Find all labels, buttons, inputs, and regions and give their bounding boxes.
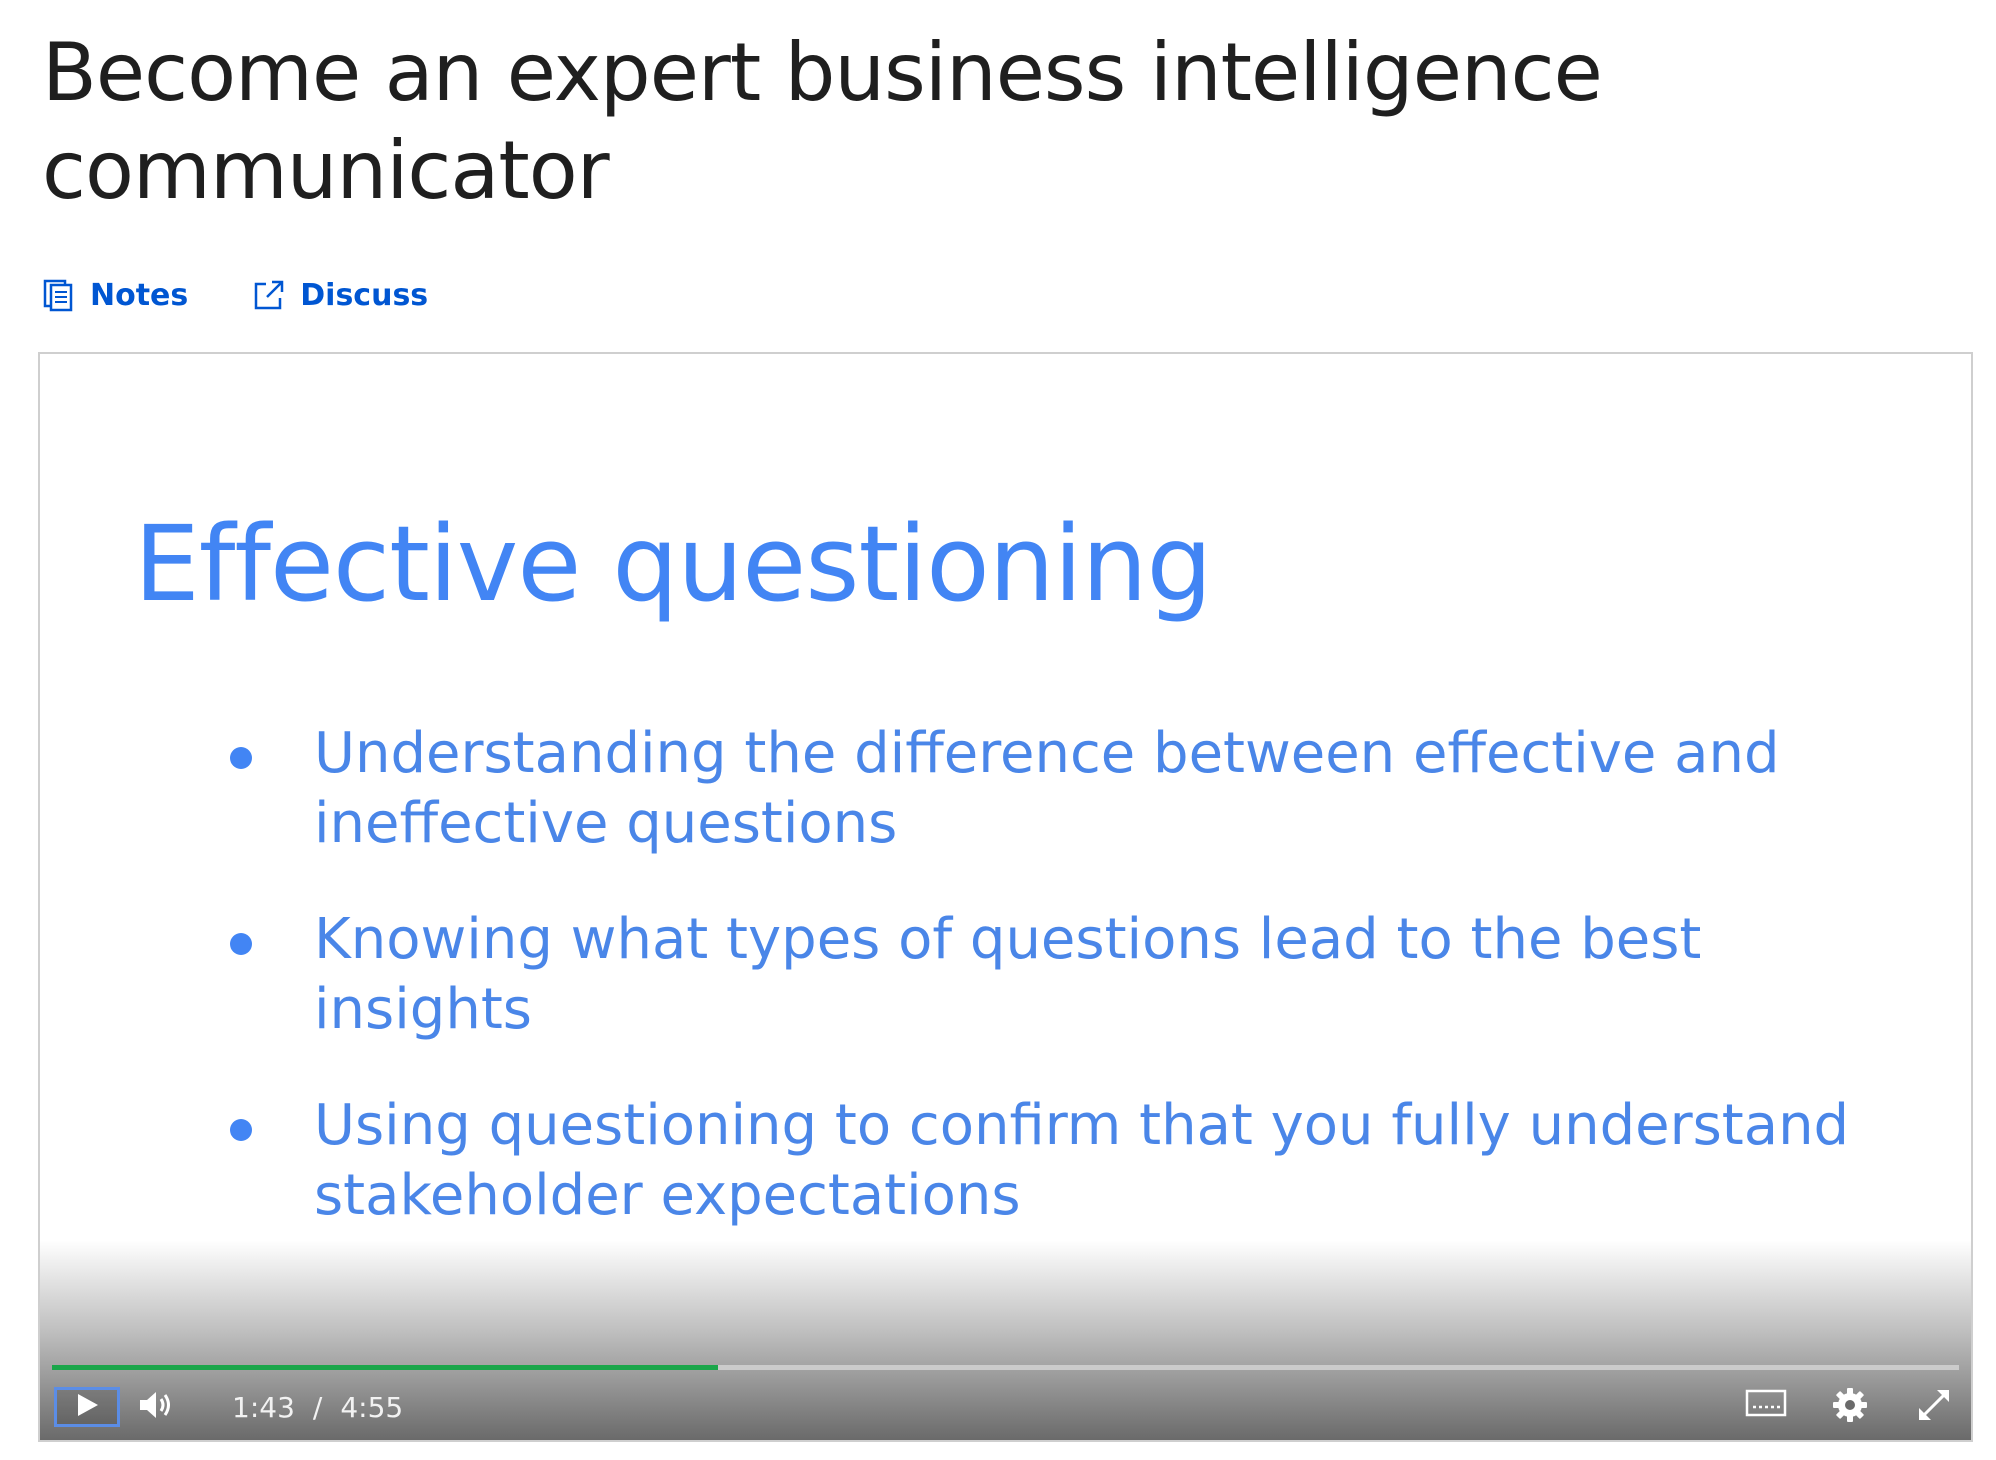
external-link-icon: [252, 278, 286, 312]
play-icon: [74, 1392, 100, 1423]
slide-bullet-text: Using questioning to confirm that you fu…: [314, 1093, 1850, 1228]
time-separator: /: [312, 1390, 323, 1424]
slide-bullet: Understanding the difference between eff…: [230, 719, 1930, 859]
slide-bullet: Knowing what types of questions lead to …: [230, 905, 1930, 1045]
video-player[interactable]: Effective questioning Understanding the …: [38, 352, 1973, 1442]
notes-link[interactable]: Notes: [42, 278, 188, 313]
discuss-link[interactable]: Discuss: [252, 278, 428, 313]
slide-bullet-text: Understanding the difference between eff…: [314, 721, 1780, 856]
closed-captions-icon: [1745, 1389, 1787, 1426]
slide-bullet: Using questioning to confirm that you fu…: [230, 1091, 1930, 1231]
slide-bullet-list: Understanding the difference between eff…: [230, 719, 1930, 1277]
time-display: 1:43 / 4:55: [232, 1391, 403, 1424]
duration: 4:55: [340, 1390, 404, 1424]
volume-button[interactable]: [132, 1387, 182, 1427]
page-title: Become an expert business intelligence c…: [42, 26, 1603, 217]
bullet-dot: [230, 933, 252, 955]
progress-bar-fill: [52, 1365, 718, 1370]
video-control-bar: 1:43 / 4:55: [54, 1374, 1957, 1440]
slide-title: Effective questioning: [134, 503, 1212, 625]
volume-icon: [137, 1388, 177, 1427]
lecture-action-bar: Notes Discuss: [42, 270, 428, 320]
bullet-dot: [230, 1119, 252, 1141]
fullscreen-button[interactable]: [1911, 1387, 1957, 1427]
settings-button[interactable]: [1827, 1387, 1873, 1427]
settings-gear-icon: [1832, 1387, 1868, 1428]
notes-icon: [42, 278, 76, 312]
play-button[interactable]: [54, 1387, 120, 1427]
captions-button[interactable]: [1743, 1387, 1789, 1427]
notes-label: Notes: [90, 277, 189, 313]
slide-bullet-text: Knowing what types of questions lead to …: [314, 907, 1702, 1042]
bullet-dot: [230, 747, 252, 769]
discuss-label: Discuss: [300, 277, 429, 313]
current-time: 1:43: [232, 1390, 295, 1424]
fullscreen-icon: [1915, 1386, 1953, 1429]
progress-bar[interactable]: [52, 1365, 1959, 1370]
